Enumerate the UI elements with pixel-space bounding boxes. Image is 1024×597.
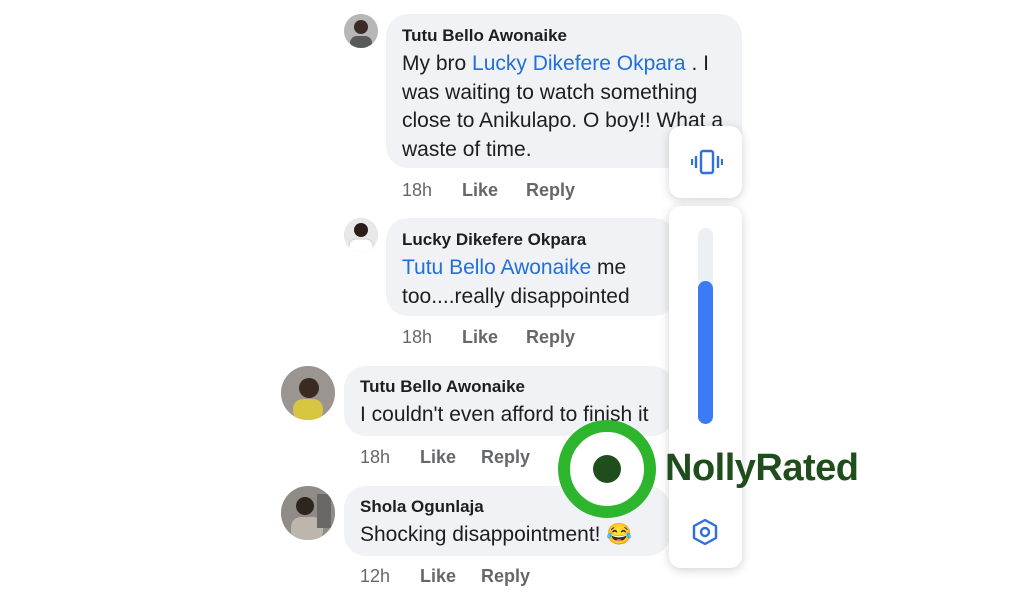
comment-timestamp[interactable]: 18h xyxy=(402,327,462,348)
ringer-mode-button[interactable] xyxy=(669,126,742,198)
comment-bubble: Lucky Dikefere Okpara Tutu Bello Awonaik… xyxy=(386,218,676,316)
comment-author[interactable]: Tutu Bello Awonaike xyxy=(402,26,726,46)
comment-text-prefix: My bro xyxy=(402,52,473,75)
volume-slider-fill xyxy=(698,280,713,424)
record-circle-icon xyxy=(556,419,658,519)
comment-actions: 18h Like Reply xyxy=(402,327,575,348)
comment-actions: 18h Like Reply xyxy=(360,447,530,468)
avatar[interactable] xyxy=(344,218,378,252)
mention-link[interactable]: Tutu Bello Awonaike xyxy=(402,256,591,279)
reply-button[interactable]: Reply xyxy=(481,566,530,587)
comment-author[interactable]: Lucky Dikefere Okpara xyxy=(402,230,660,250)
like-button[interactable]: Like xyxy=(462,180,526,201)
mention-link[interactable]: Lucky Dikefere Okpara xyxy=(472,52,686,75)
like-button[interactable]: Like xyxy=(462,327,526,348)
comment-author[interactable]: Tutu Bello Awonaike xyxy=(360,377,658,397)
volume-slider[interactable] xyxy=(698,228,713,424)
vibrate-icon xyxy=(690,149,724,175)
comment-timestamp[interactable]: 18h xyxy=(402,180,462,201)
watermark-text: NollyRated xyxy=(665,447,859,489)
reply-button[interactable]: Reply xyxy=(526,180,575,201)
comment-text-prefix: Shocking disappointment! xyxy=(360,523,607,546)
avatar[interactable] xyxy=(281,366,335,420)
reply-button[interactable]: Reply xyxy=(481,447,530,468)
comment-text: Shocking disappointment! 😂 xyxy=(360,521,654,550)
comment-timestamp[interactable]: 18h xyxy=(360,447,420,468)
comment-timestamp[interactable]: 12h xyxy=(360,566,420,587)
comment-actions: 18h Like Reply xyxy=(402,180,575,201)
volume-panel xyxy=(669,206,742,568)
comment-actions: 12h Like Reply xyxy=(360,566,530,587)
avatar[interactable] xyxy=(281,486,335,540)
avatar[interactable] xyxy=(344,14,378,48)
laughing-emoji-icon: 😂 xyxy=(606,523,633,546)
comment-text: Tutu Bello Awonaike me too....really dis… xyxy=(402,254,660,311)
settings-hexagon-icon[interactable] xyxy=(691,518,719,546)
reply-button[interactable]: Reply xyxy=(526,327,575,348)
like-button[interactable]: Like xyxy=(420,447,481,468)
like-button[interactable]: Like xyxy=(420,566,481,587)
